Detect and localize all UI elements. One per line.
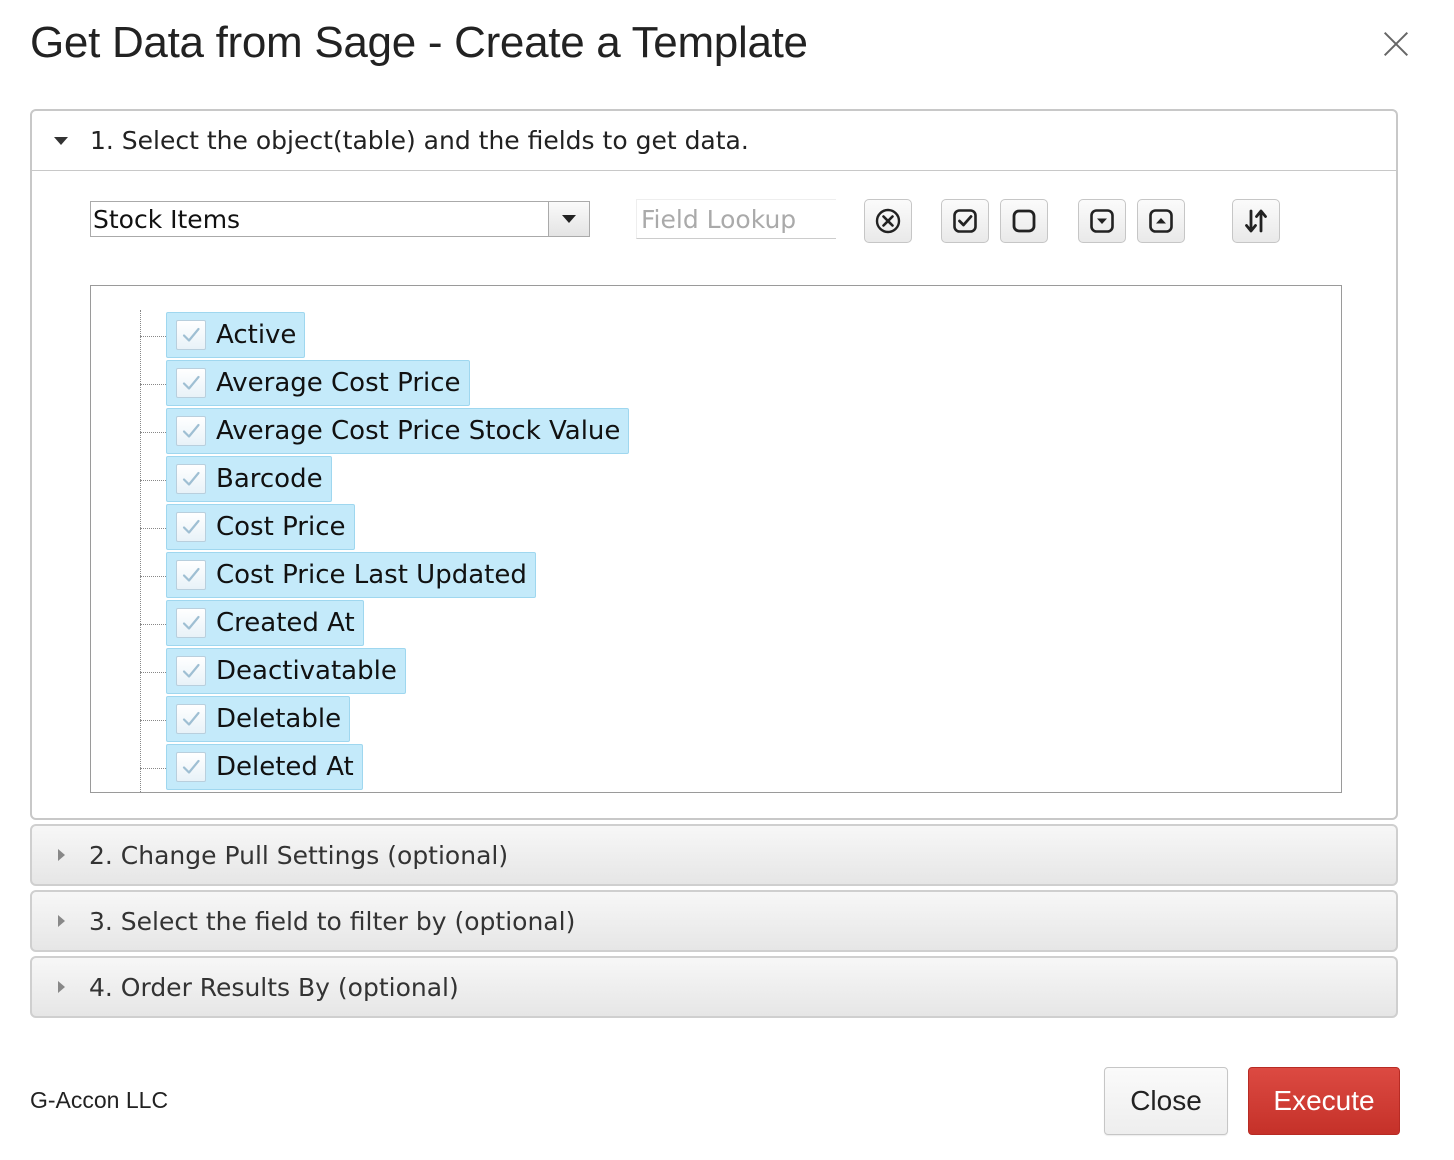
field-chip[interactable]: Average Cost Price <box>166 360 470 406</box>
field-toolbar: Stock Items <box>32 171 1396 251</box>
expand-all-icon <box>1090 209 1114 233</box>
clear-circle-x-icon <box>875 208 901 234</box>
object-select-value: Stock Items <box>93 204 241 234</box>
tree-connector <box>140 720 166 721</box>
checkbox-checked-icon[interactable] <box>176 512 206 542</box>
section-header-select-object[interactable]: 1. Select the object(table) and the fiel… <box>32 111 1396 171</box>
checkbox-checked-icon[interactable] <box>176 464 206 494</box>
close-icon[interactable] <box>1378 26 1414 62</box>
field-chip[interactable]: Deleted At <box>166 744 363 790</box>
expanded-triangle-icon <box>54 136 68 145</box>
dialog-title: Get Data from Sage - Create a Template <box>30 18 808 67</box>
tree-connector <box>140 336 166 337</box>
checkbox-checked-icon[interactable] <box>176 608 206 638</box>
field-chip[interactable]: Barcode <box>166 456 332 502</box>
field-chip[interactable]: Deletable <box>166 696 351 742</box>
field-chip[interactable]: Average Cost Price Stock Value <box>166 408 630 454</box>
field-label: Created At <box>216 608 355 638</box>
section-title: 3. Select the field to filter by (option… <box>89 906 576 936</box>
checkbox-checked-icon[interactable] <box>176 704 206 734</box>
collapsed-triangle-icon <box>58 915 65 927</box>
collapse-all-button[interactable] <box>1137 199 1185 243</box>
checkbox-checked-icon[interactable] <box>176 560 206 590</box>
collapsed-triangle-icon <box>58 981 65 993</box>
tree-connector <box>140 528 166 529</box>
checkbox-checked-icon[interactable] <box>176 752 206 782</box>
field-chip[interactable]: Active <box>166 312 306 358</box>
execute-button[interactable]: Execute <box>1248 1067 1400 1135</box>
field-label: Average Cost Price <box>216 368 461 398</box>
field-lookup-input[interactable] <box>636 199 836 239</box>
field-chip[interactable]: Cost Price <box>166 504 355 550</box>
check-all-button[interactable] <box>941 199 989 243</box>
checkbox-checked-icon[interactable] <box>176 320 206 350</box>
field-label: Barcode <box>216 464 323 494</box>
clear-lookup-button[interactable] <box>864 199 912 243</box>
section-filter-field[interactable]: 3. Select the field to filter by (option… <box>30 890 1398 952</box>
tree-connector <box>140 624 166 625</box>
tree-connector <box>140 672 166 673</box>
field-label: Cost Price <box>216 512 346 542</box>
collapse-all-icon <box>1149 209 1173 233</box>
checkbox-checked-icon[interactable] <box>176 368 206 398</box>
fields-tree[interactable]: Active Average Cost Price Average Cost Pri… <box>90 285 1342 793</box>
tree-connector <box>140 480 166 481</box>
section-pull-settings[interactable]: 2. Change Pull Settings (optional) <box>30 824 1398 886</box>
field-label: Deletable <box>216 704 342 734</box>
section-title: 2. Change Pull Settings (optional) <box>89 840 509 870</box>
section-title: 4. Order Results By (optional) <box>89 972 459 1002</box>
collapsed-triangle-icon <box>58 849 65 861</box>
section-header-filter-field[interactable]: 3. Select the field to filter by (option… <box>32 892 1396 950</box>
section-header-order-results[interactable]: 4. Order Results By (optional) <box>32 958 1396 1016</box>
field-label: Average Cost Price Stock Value <box>216 416 621 446</box>
field-chip[interactable]: Deactivatable <box>166 648 406 694</box>
tree-connector <box>140 768 166 769</box>
section-title: 1. Select the object(table) and the fiel… <box>90 126 749 155</box>
tree-connector <box>140 432 166 433</box>
field-label: Deactivatable <box>216 656 397 686</box>
section-header-pull-settings[interactable]: 2. Change Pull Settings (optional) <box>32 826 1396 884</box>
field-label: Deleted At <box>216 752 354 782</box>
uncheck-all-button[interactable] <box>1000 199 1048 243</box>
field-chip[interactable]: Cost Price Last Updated <box>166 552 536 598</box>
field-chip[interactable]: Created At <box>166 600 364 646</box>
section-select-object: 1. Select the object(table) and the fiel… <box>30 109 1398 820</box>
sort-icon <box>1245 209 1267 233</box>
uncheck-all-icon <box>1012 209 1036 233</box>
expand-all-button[interactable] <box>1078 199 1126 243</box>
object-select[interactable]: Stock Items <box>90 201 590 237</box>
field-label: Cost Price Last Updated <box>216 560 527 590</box>
checkbox-checked-icon[interactable] <box>176 656 206 686</box>
company-brand: G-Accon LLC <box>30 1087 169 1113</box>
tree-connector <box>140 384 166 385</box>
sort-button[interactable] <box>1232 199 1280 243</box>
dropdown-arrow-icon[interactable] <box>548 202 589 236</box>
checkbox-checked-icon[interactable] <box>176 416 206 446</box>
tree-connector <box>140 576 166 577</box>
section-order-results[interactable]: 4. Order Results By (optional) <box>30 956 1398 1018</box>
check-all-icon <box>953 209 977 233</box>
field-label: Active <box>216 320 297 350</box>
close-button[interactable]: Close <box>1104 1067 1228 1135</box>
